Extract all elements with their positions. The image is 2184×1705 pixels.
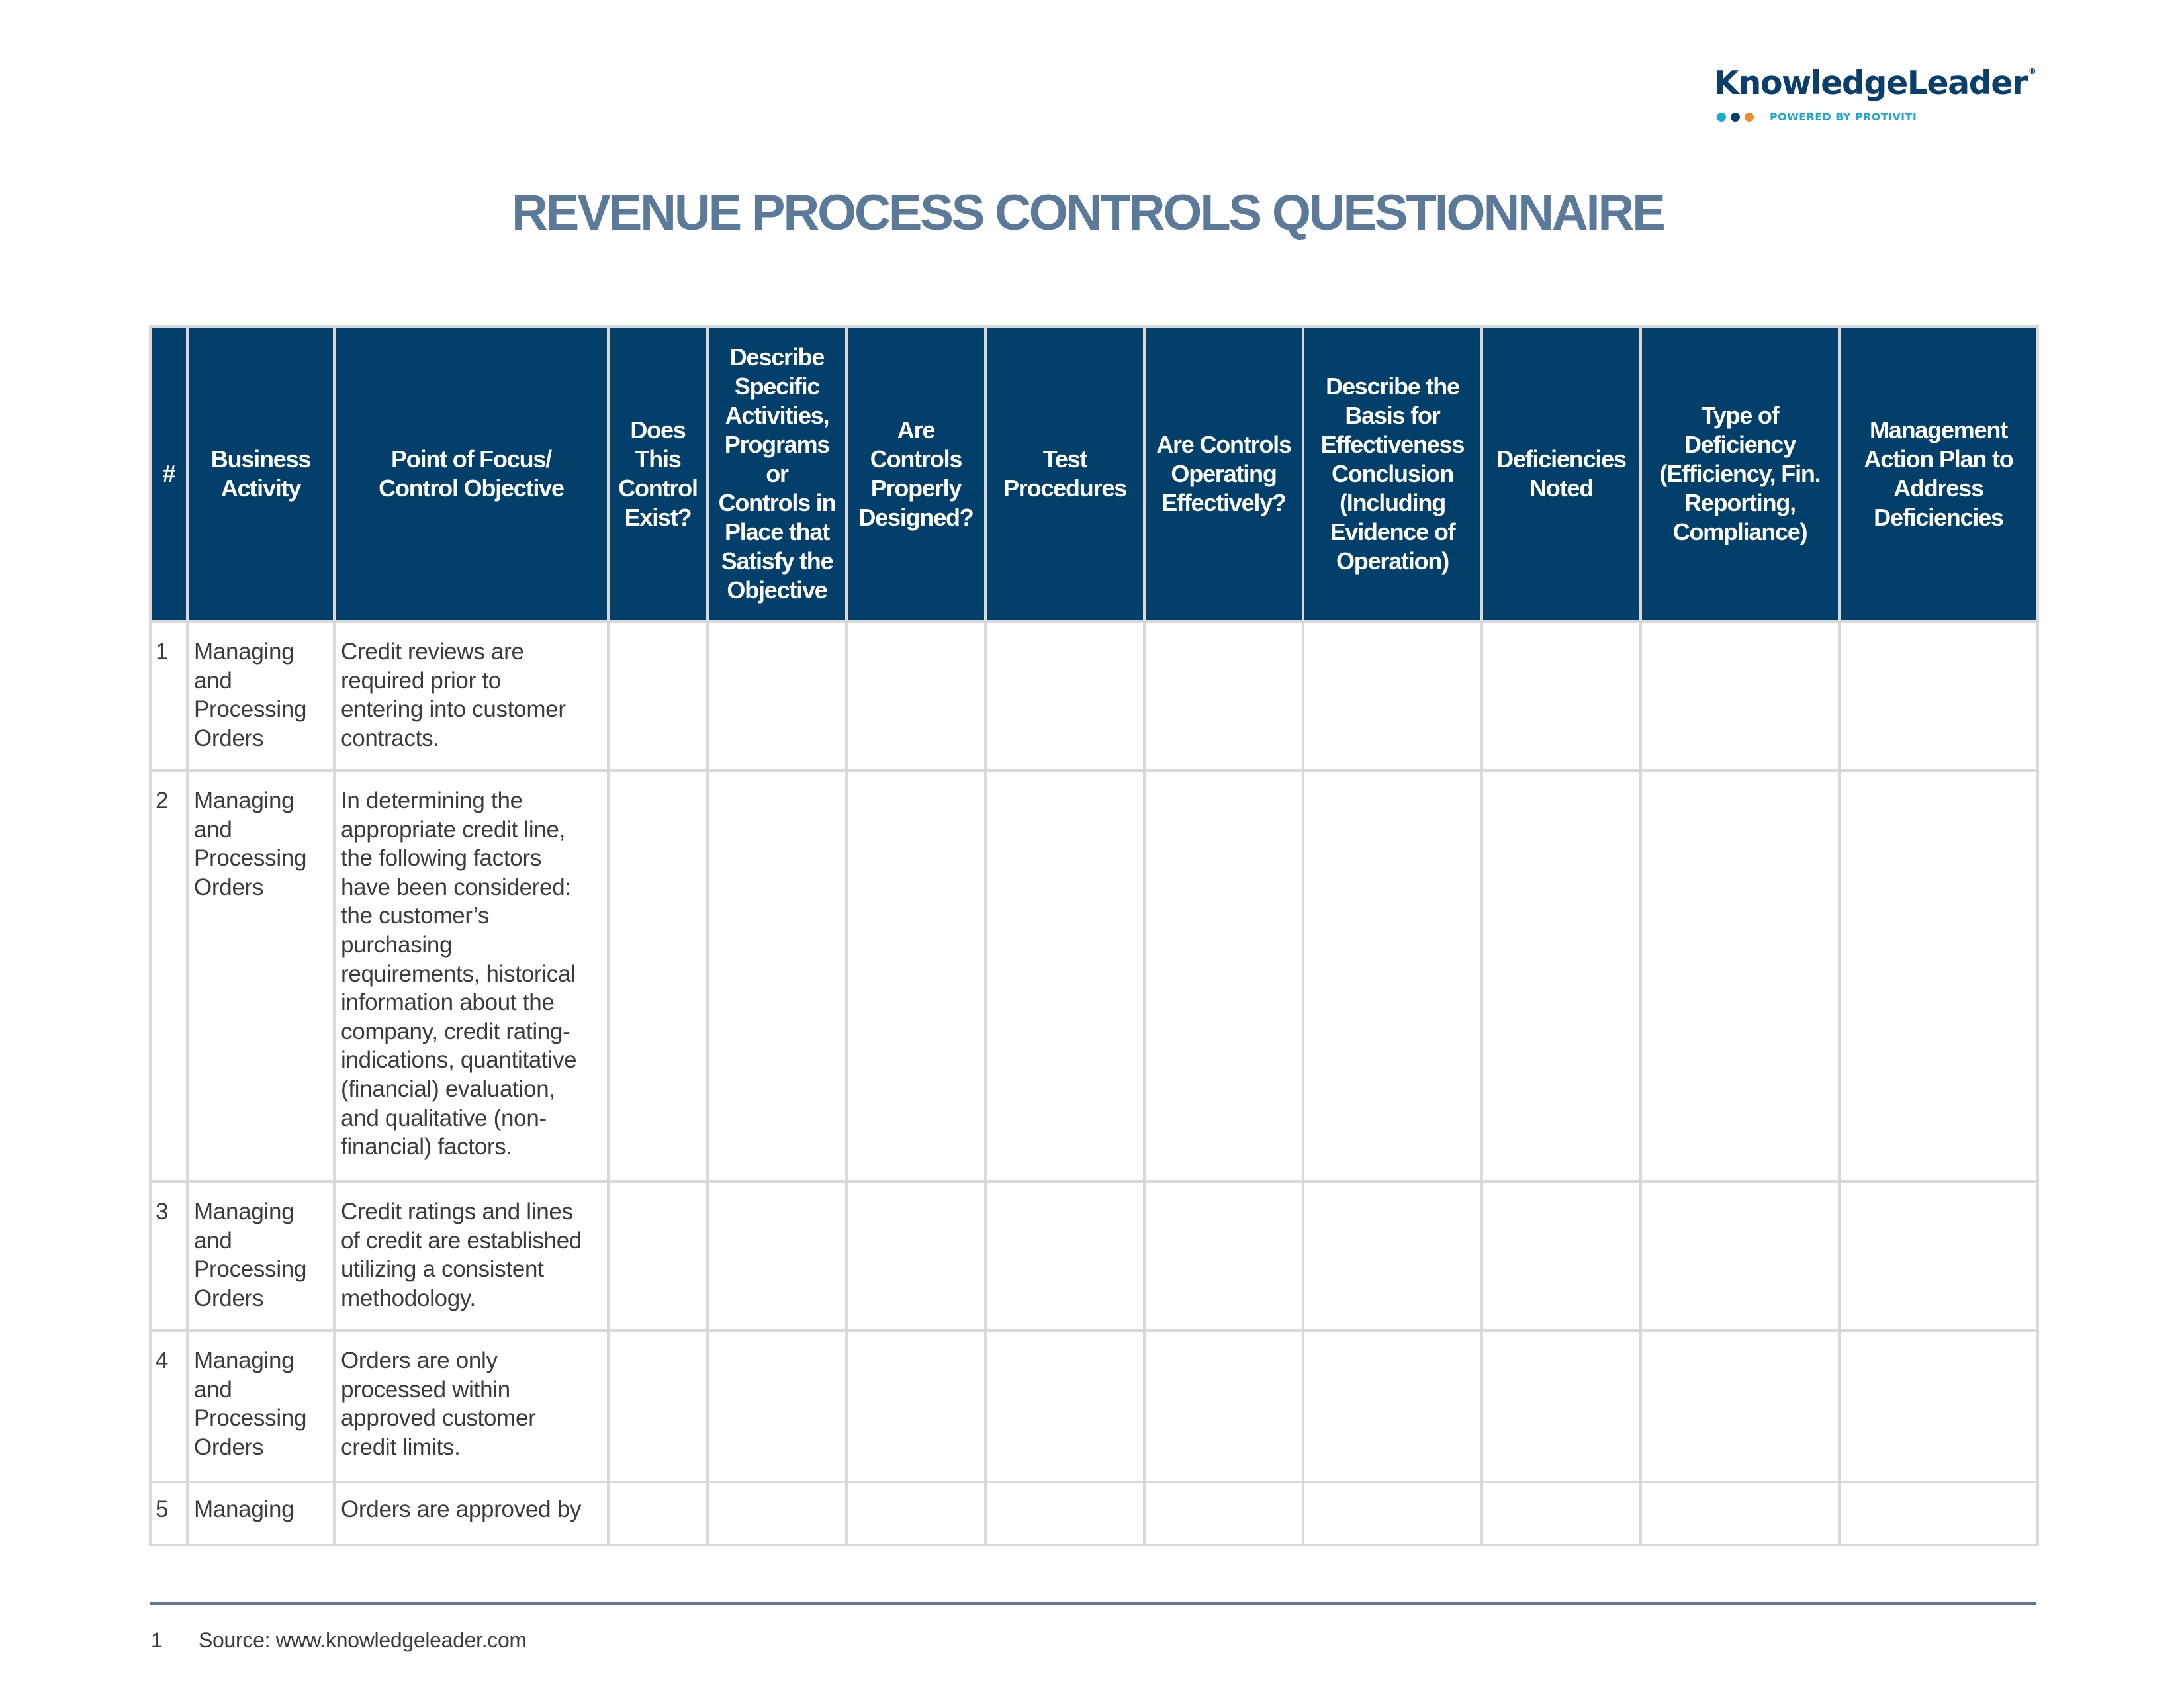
action-plan-cell[interactable]	[1838, 620, 2039, 772]
registered-mark: ®	[2028, 67, 2036, 76]
properly-designed-cell[interactable]	[845, 1481, 987, 1546]
control-objective-cell: Orders are only processed within approve…	[333, 1329, 610, 1483]
action-plan-cell[interactable]	[1838, 1180, 2039, 1332]
table-row: 5 Managing Orders are approved by	[149, 1481, 2039, 1546]
deficiency-type-cell[interactable]	[1639, 1180, 1841, 1332]
describe-activities-cell[interactable]	[706, 1180, 848, 1332]
table-row: 2 Managing and Processing Orders In dete…	[149, 769, 2039, 1183]
source-citation: Source: www.knowledgeleader.com	[199, 1628, 527, 1652]
deficiencies-noted-cell[interactable]	[1480, 620, 1642, 772]
operating-effectively-cell[interactable]	[1143, 1180, 1304, 1332]
deficiencies-noted-cell[interactable]	[1480, 1481, 1642, 1546]
operating-effectively-cell[interactable]	[1143, 1481, 1304, 1546]
control-objective-cell: In determining the appropriate credit li…	[333, 769, 610, 1183]
logo-tagline: POWERED BY PROTIVITI	[1770, 111, 1917, 123]
describe-activities-cell[interactable]	[706, 620, 848, 772]
deficiency-type-cell[interactable]	[1639, 1481, 1841, 1546]
page-number: 1	[151, 1628, 163, 1652]
basis-for-conclusion-cell[interactable]	[1302, 620, 1483, 772]
test-procedures-cell[interactable]	[984, 1481, 1146, 1546]
operating-effectively-cell[interactable]	[1143, 620, 1304, 772]
control-objective-cell: Credit reviews are required prior to ent…	[333, 620, 610, 772]
operating-effectively-cell[interactable]	[1143, 769, 1304, 1183]
row-number: 2	[149, 769, 189, 1183]
describe-activities-cell[interactable]	[706, 1329, 848, 1483]
control-objective-cell: Credit ratings and lines of credit are e…	[333, 1180, 610, 1332]
deficiencies-noted-cell[interactable]	[1480, 1180, 1642, 1332]
footer-divider	[150, 1602, 2036, 1605]
column-header-basis-for-conclusion: Describe the Basis for Effectiveness Con…	[1302, 325, 1483, 623]
dot-navy-icon	[1731, 113, 1740, 122]
column-header-test-procedures: Test Procedures	[984, 325, 1146, 623]
table-row: 4 Managing and Processing Orders Orders …	[149, 1329, 2039, 1483]
knowledgeleader-logo: KnowledgeLeader ® POWERED BY PROTIVITI	[1714, 52, 2036, 131]
control-exists-cell[interactable]	[607, 620, 709, 772]
business-activity-cell: Managing and Processing Orders	[186, 620, 336, 772]
row-number: 3	[149, 1180, 189, 1332]
column-header-deficiencies-noted: Deficiencies Noted	[1480, 325, 1642, 623]
control-objective-cell: Orders are approved by	[333, 1481, 610, 1546]
column-header-action-plan: Management Action Plan to Address Defici…	[1838, 325, 2039, 623]
table-header-row: # Business Activity Point of Focus/ Cont…	[149, 325, 2039, 623]
column-header-describe-activities: Describe Specific Activities, Programs o…	[706, 325, 848, 623]
action-plan-cell[interactable]	[1838, 1329, 2039, 1483]
properly-designed-cell[interactable]	[845, 1329, 987, 1483]
deficiency-type-cell[interactable]	[1639, 769, 1841, 1183]
control-exists-cell[interactable]	[607, 1481, 709, 1546]
deficiencies-noted-cell[interactable]	[1480, 1329, 1642, 1483]
logo-wordmark: KnowledgeLeader ®	[1714, 52, 2036, 103]
action-plan-cell[interactable]	[1838, 1481, 2039, 1546]
properly-designed-cell[interactable]	[845, 769, 987, 1183]
business-activity-cell: Managing and Processing Orders	[186, 1180, 336, 1332]
column-header-business-activity: Business Activity	[186, 325, 336, 623]
deficiencies-noted-cell[interactable]	[1480, 769, 1642, 1183]
column-header-deficiency-type: Type of Deficiency (Efficiency, Fin. Rep…	[1639, 325, 1841, 623]
column-header-control-objective: Point of Focus/ Control Objective	[333, 325, 610, 623]
logo-wordmark-text: KnowledgeLeader	[1714, 64, 2028, 102]
column-header-properly-designed: Are Controls Properly Designed?	[845, 325, 987, 623]
describe-activities-cell[interactable]	[706, 769, 848, 1183]
operating-effectively-cell[interactable]	[1143, 1329, 1304, 1483]
deficiency-type-cell[interactable]	[1639, 1329, 1841, 1483]
control-exists-cell[interactable]	[607, 769, 709, 1183]
dot-orange-icon	[1745, 113, 1754, 122]
test-procedures-cell[interactable]	[984, 620, 1146, 772]
questionnaire-table: # Business Activity Point of Focus/ Cont…	[149, 325, 2039, 1546]
row-number: 4	[149, 1329, 189, 1483]
row-number: 5	[149, 1481, 189, 1546]
basis-for-conclusion-cell[interactable]	[1302, 769, 1483, 1183]
deficiency-type-cell[interactable]	[1639, 620, 1841, 772]
row-number: 1	[149, 620, 189, 772]
control-exists-cell[interactable]	[607, 1180, 709, 1332]
table-row: 3 Managing and Processing Orders Credit …	[149, 1180, 2039, 1332]
test-procedures-cell[interactable]	[984, 1329, 1146, 1483]
describe-activities-cell[interactable]	[706, 1481, 848, 1546]
column-header-operating-effectively: Are Controls Operating Effectively?	[1143, 325, 1304, 623]
business-activity-cell: Managing and Processing Orders	[186, 769, 336, 1183]
basis-for-conclusion-cell[interactable]	[1302, 1481, 1483, 1546]
table-row: 1 Managing and Processing Orders Credit …	[149, 620, 2039, 772]
action-plan-cell[interactable]	[1838, 769, 2039, 1183]
logo-dots-icon	[1717, 113, 1754, 122]
properly-designed-cell[interactable]	[845, 1180, 987, 1332]
business-activity-cell: Managing and Processing Orders	[186, 1329, 336, 1483]
test-procedures-cell[interactable]	[984, 769, 1146, 1183]
page-title: REVENUE PROCESS CONTROLS QUESTIONNAIRE	[512, 185, 1666, 241]
test-procedures-cell[interactable]	[984, 1180, 1146, 1332]
column-header-number: #	[149, 325, 189, 623]
basis-for-conclusion-cell[interactable]	[1302, 1180, 1483, 1332]
basis-for-conclusion-cell[interactable]	[1302, 1329, 1483, 1483]
dot-teal-icon	[1717, 113, 1726, 122]
properly-designed-cell[interactable]	[845, 620, 987, 772]
business-activity-cell: Managing	[186, 1481, 336, 1546]
control-exists-cell[interactable]	[607, 1329, 709, 1483]
column-header-control-exists: Does This Control Exist?	[607, 325, 709, 623]
